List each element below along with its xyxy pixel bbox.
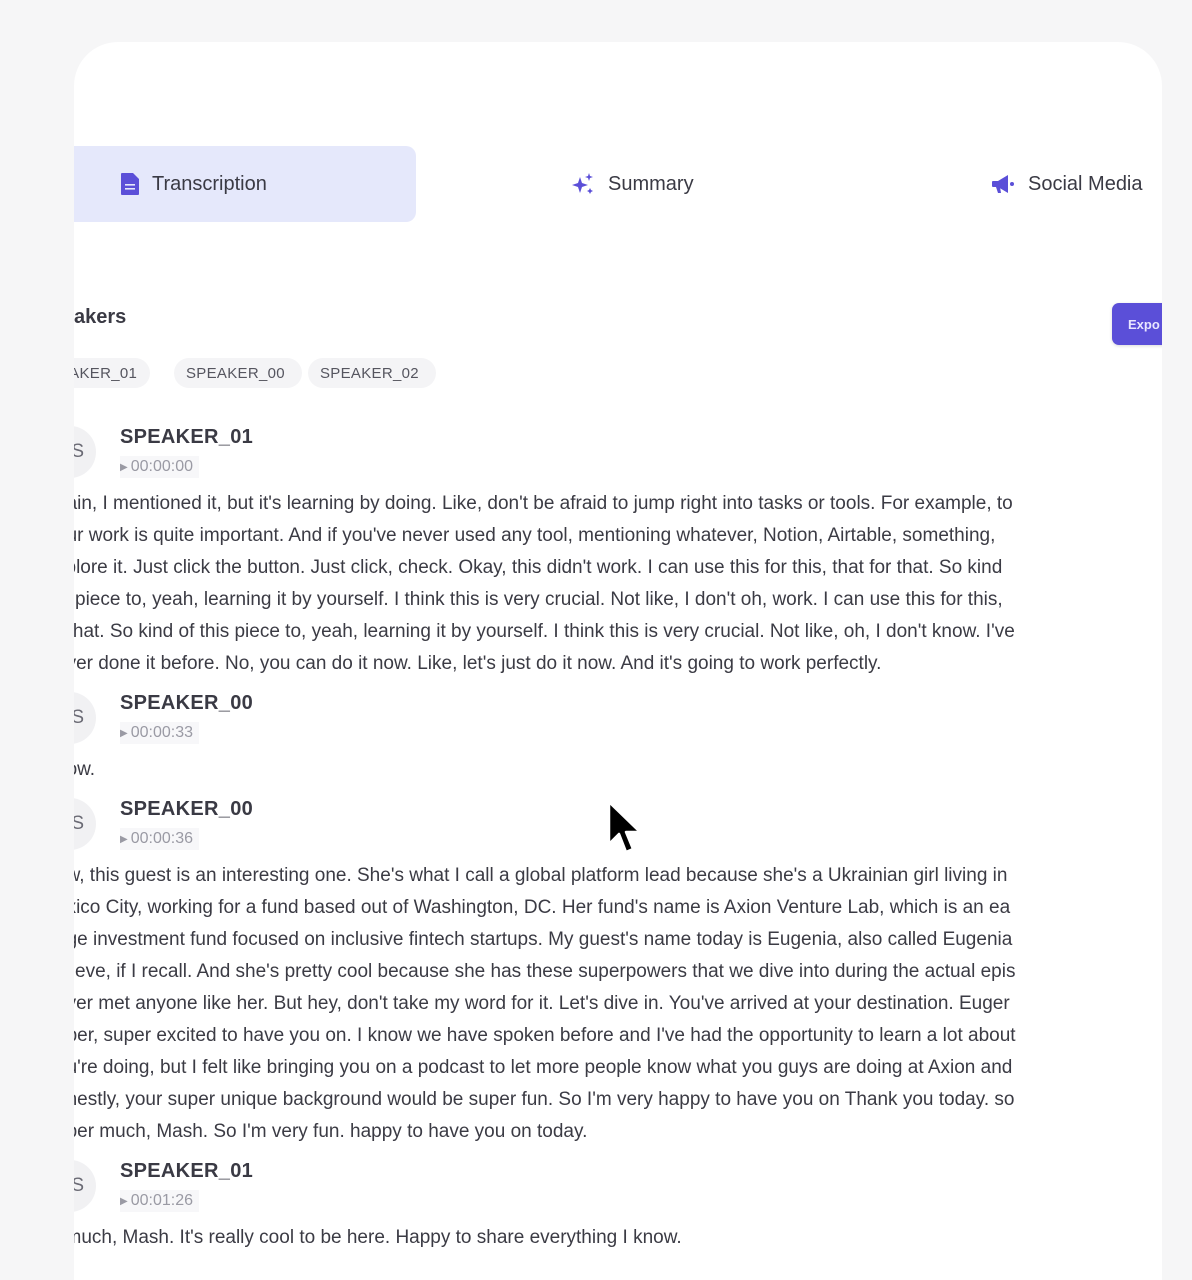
text-line: our work is quite important. And if you'…	[74, 525, 996, 546]
megaphone-icon	[990, 172, 1016, 196]
text-line: i much, Mash. It's really cool to be her…	[74, 1227, 682, 1248]
text-line: elieve, if I recall. And she's pretty co…	[74, 961, 1016, 982]
timestamp-play[interactable]: ▶ 00:00:00	[120, 456, 199, 478]
speakers-heading: akers	[74, 306, 127, 328]
play-icon: ▶	[120, 1195, 128, 1207]
sparkles-icon	[570, 171, 596, 197]
speaker-chip[interactable]: SPEAKER_00	[174, 358, 302, 388]
text-line: now.	[74, 759, 96, 780]
transcript-text: ow, this guest is an interesting one. Sh…	[74, 856, 1162, 1156]
tab-transcription[interactable]: Transcription	[74, 146, 416, 222]
transcript-entry: S SPEAKER_00 ▶ 00:00:33 now.	[74, 688, 1162, 794]
transcript-card: Transcription Summary Social Media akers…	[74, 42, 1162, 1280]
text-line: uper much, Mash. So I'm very fun. happy …	[74, 1121, 588, 1142]
tab-summary[interactable]: Summary	[570, 146, 694, 222]
tab-social-media[interactable]: Social Media	[990, 146, 1143, 222]
text-line: ever done it before. No, you can do it n…	[74, 653, 882, 674]
speaker-name: SPEAKER_00	[120, 692, 254, 714]
transcript-entry: S SPEAKER_01 ▶ 00:00:00 gain, I mentione…	[74, 422, 1162, 688]
timestamp-text: 00:00:00	[130, 458, 193, 475]
transcript-entry: S SPEAKER_01 ▶ 00:01:26 i much, Mash. It…	[74, 1156, 1162, 1262]
play-icon: ▶	[120, 461, 128, 473]
transcript-text: gain, I mentioned it, but it's learning …	[74, 484, 1162, 688]
text-line: r that. So kind of this piece to, yeah, …	[74, 621, 1015, 642]
text-line: age investment fund focused on inclusive…	[74, 929, 1013, 950]
tab-label: Summary	[608, 172, 694, 195]
transcript-entry: S SPEAKER_00 ▶ 00:00:36 ow, this guest i…	[74, 794, 1162, 1156]
tab-bar: Transcription Summary Social Media	[74, 146, 1162, 222]
transcript-text: now.	[74, 750, 1162, 794]
avatar: S	[74, 1160, 96, 1212]
speaker-name: SPEAKER_01	[120, 426, 254, 448]
text-line: exico City, working for a fund based out…	[74, 897, 1011, 918]
text-line: ow, this guest is an interesting one. Sh…	[74, 865, 1008, 886]
document-icon	[120, 172, 140, 196]
tab-label: Transcription	[152, 172, 267, 195]
transcript-text: i much, Mash. It's really cool to be her…	[74, 1218, 1162, 1262]
timestamp-text: 00:01:26	[130, 1192, 193, 1209]
text-line: uper, super excited to have you on. I kn…	[74, 1025, 1016, 1046]
text-line: gain, I mentioned it, but it's learning …	[74, 493, 1013, 514]
text-line: xplore it. Just click the button. Just c…	[74, 557, 1003, 578]
speaker-chip[interactable]: 'AKER_01	[74, 358, 150, 388]
timestamp-text: 00:00:36	[130, 830, 193, 847]
avatar: S	[74, 798, 96, 850]
text-line: ever met anyone like her. But hey, don't…	[74, 993, 1010, 1014]
export-button[interactable]: Expo	[1112, 303, 1162, 345]
timestamp-play[interactable]: ▶ 00:00:33	[120, 722, 199, 744]
timestamp-play[interactable]: ▶ 00:00:36	[120, 828, 199, 850]
timestamp-text: 00:00:33	[130, 724, 193, 741]
text-line: onestly, your super unique background wo…	[74, 1089, 1015, 1110]
speaker-name: SPEAKER_01	[120, 1160, 254, 1182]
play-icon: ▶	[120, 833, 128, 845]
timestamp-play[interactable]: ▶ 00:01:26	[120, 1190, 199, 1212]
speaker-chip[interactable]: SPEAKER_02	[308, 358, 436, 388]
transcript-list: S SPEAKER_01 ▶ 00:00:00 gain, I mentione…	[74, 422, 1162, 1262]
avatar: S	[74, 426, 96, 478]
play-icon: ▶	[120, 727, 128, 739]
text-line: ou're doing, but I felt like bringing yo…	[74, 1057, 1013, 1078]
tab-label: Social Media	[1028, 172, 1143, 195]
speaker-name: SPEAKER_00	[120, 798, 254, 820]
avatar: S	[74, 692, 96, 744]
text-line: is piece to, yeah, learning it by yourse…	[74, 589, 1003, 610]
